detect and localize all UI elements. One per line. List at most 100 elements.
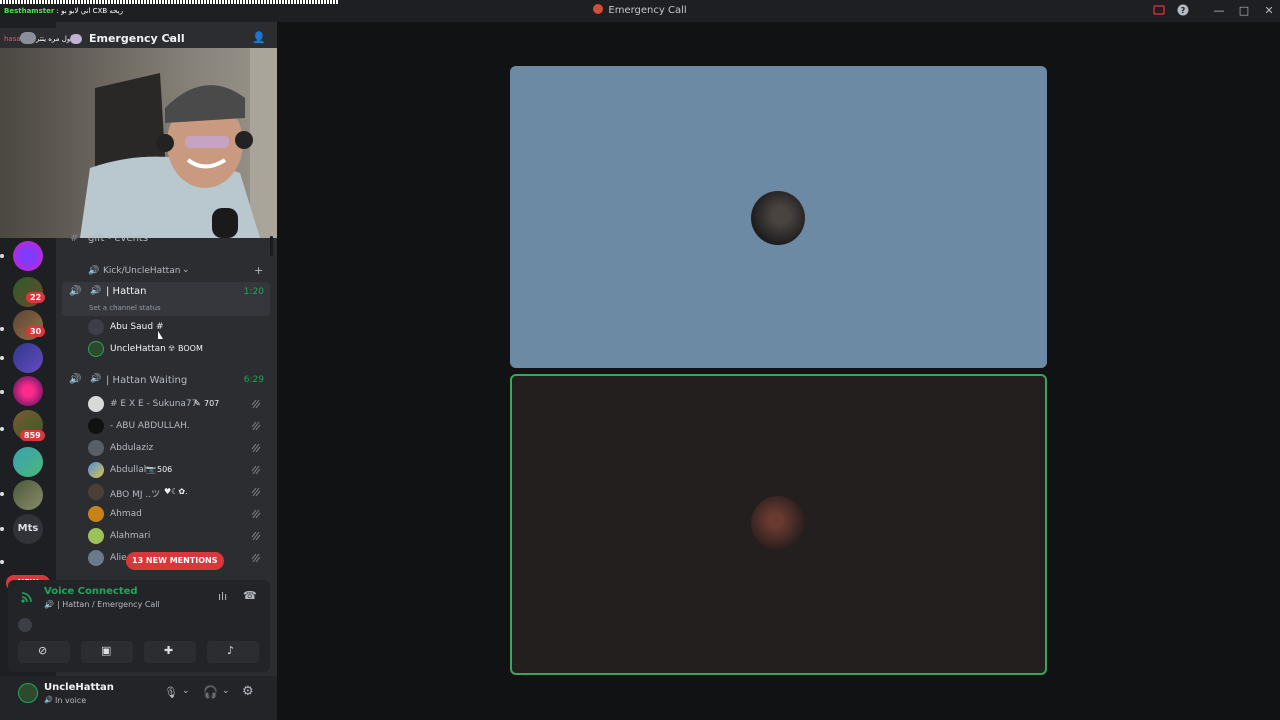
- headphones-icon[interactable]: 🎧: [203, 685, 218, 699]
- deafened-icon: [251, 443, 261, 453]
- deafened-icon: [251, 553, 261, 563]
- voice-location[interactable]: | Hattan / Emergency Call: [57, 600, 160, 609]
- chat-line-1: Besthamster : اني لابو بو CXB ريحه: [4, 7, 123, 15]
- live-voice-icon: 🔊: [69, 374, 82, 385]
- unread-pill: [0, 327, 4, 331]
- maximize-icon[interactable]: □: [1237, 4, 1251, 18]
- chevron-down-icon[interactable]: ⌄: [166, 31, 174, 42]
- voice-member[interactable]: Abu Saud #: [88, 318, 268, 336]
- member-name: # E X E - Sukuna77: [110, 399, 198, 409]
- activities-icon: ✚: [164, 644, 174, 657]
- unread-pill: [0, 560, 4, 564]
- voice-member[interactable]: # E X E - Sukuna77 ✎ 707: [88, 395, 268, 413]
- voice-member[interactable]: UncleHattan ☢ BOOM: [88, 340, 268, 358]
- avatar: [88, 396, 104, 412]
- hashtag-icon: #: [70, 233, 79, 244]
- participant-avatar: [751, 191, 805, 245]
- voice-channel-name: | Hattan: [106, 286, 147, 297]
- activities-button[interactable]: ✚: [144, 641, 196, 663]
- chevron-down-icon[interactable]: ⌄: [222, 686, 230, 696]
- chat-text-1: : اني لابو بو CXB ريحه: [56, 7, 123, 15]
- server-icon-4[interactable]: [13, 343, 43, 373]
- server-icon-5[interactable]: [13, 376, 43, 406]
- deafened-icon: [251, 487, 261, 497]
- scrollbar[interactable]: [270, 236, 273, 256]
- chat-text-2: اول مره يتتر: [36, 35, 73, 43]
- voice-channel-hattan-waiting[interactable]: 🔊 🔊 | Hattan Waiting 6:29: [62, 372, 270, 390]
- server-icon-8[interactable]: [13, 480, 43, 510]
- speaker-icon: 🔊: [90, 374, 102, 384]
- deafened-icon: [251, 465, 261, 475]
- settings-gear-icon[interactable]: ⚙: [242, 684, 254, 699]
- participant-tile-1[interactable]: [510, 66, 1047, 368]
- mouse-cursor: [158, 331, 163, 339]
- server-badge-3: 30: [26, 326, 46, 337]
- unread-pill: [0, 492, 4, 496]
- member-name: - ABU ABDULLAH.: [110, 421, 190, 431]
- noise-suppression-icon[interactable]: ılı: [218, 590, 227, 603]
- voice-member[interactable]: Alahmari: [88, 527, 268, 545]
- voice-member[interactable]: Abdullah 📷 506: [88, 461, 268, 479]
- camera-off-button[interactable]: ⊘: [18, 641, 70, 663]
- avatar[interactable]: [18, 683, 38, 703]
- screen-share-button[interactable]: ▣: [81, 641, 133, 663]
- server-badge-2: 22: [26, 292, 46, 303]
- voice-member[interactable]: Abdulaziz: [88, 439, 268, 457]
- soundboard-button[interactable]: ♪: [207, 641, 259, 663]
- server-header: hasa اول مره يتتر Emergency Call ⌄ 👤: [0, 28, 277, 48]
- avatar: [88, 319, 104, 335]
- avatar: [88, 506, 104, 522]
- camera-icon: 📷: [146, 465, 156, 474]
- avatar[interactable]: [18, 618, 32, 632]
- participant-tile-2-speaking[interactable]: [510, 374, 1047, 675]
- member-status: ♥☾✿.: [164, 487, 188, 496]
- overlay-ticker: [0, 0, 338, 4]
- help-icon[interactable]: ?: [1176, 4, 1190, 18]
- voice-member[interactable]: - ABU ABDULLAH.: [88, 417, 268, 435]
- soundboard-icon: ♪: [227, 644, 235, 657]
- member-name: Alie: [110, 553, 127, 563]
- unread-pill: [0, 427, 4, 431]
- avatar: [88, 440, 104, 456]
- disconnect-icon[interactable]: ☎: [243, 589, 257, 602]
- speaker-icon: 🔊: [44, 600, 54, 609]
- participant-avatar: [751, 496, 805, 550]
- window-title-text: Emergency Call: [608, 5, 687, 16]
- close-icon[interactable]: ✕: [1262, 4, 1276, 18]
- username[interactable]: UncleHattan: [44, 682, 114, 693]
- channel-status-placeholder[interactable]: Set a channel status: [89, 304, 161, 312]
- voice-connected-panel: Voice Connected 🔊 | Hattan / Emergency C…: [8, 580, 270, 672]
- voice-channel-hattan[interactable]: 🔊 🔊 | Hattan 1:20 Set a channel status: [62, 282, 270, 316]
- unread-pill: [0, 254, 4, 258]
- add-channel-icon[interactable]: +: [254, 264, 263, 277]
- server-icon-text[interactable]: Mts: [13, 514, 43, 544]
- server-icon-7[interactable]: [13, 447, 43, 477]
- member-name: Abu Saud #: [110, 322, 164, 332]
- user-status: In voice: [55, 696, 87, 705]
- voice-channel-timer: 1:20: [243, 287, 264, 297]
- server-icon: [593, 4, 604, 14]
- voice-channel-timer: 6:29: [243, 375, 264, 385]
- voice-member[interactable]: ABO MJ ..ツ ♥☾✿.: [88, 483, 268, 501]
- chevron-down-icon: ⌄: [182, 265, 190, 275]
- text-channel-label: gift - events: [88, 233, 149, 244]
- pin-icon: ✎: [194, 399, 201, 408]
- member-status: 707: [204, 399, 220, 408]
- minimize-icon[interactable]: —: [1212, 4, 1226, 18]
- member-name: UncleHattan: [110, 344, 166, 354]
- server-badge-6: 859: [20, 430, 45, 441]
- avatar: [88, 528, 104, 544]
- server-icon-1[interactable]: [13, 241, 43, 271]
- new-mentions-button[interactable]: 13 NEW MENTIONS: [126, 552, 224, 570]
- chevron-down-icon[interactable]: ⌄: [182, 686, 190, 696]
- signal-icon[interactable]: [20, 590, 34, 604]
- avatar: [88, 418, 104, 434]
- voice-status[interactable]: Voice Connected: [44, 586, 138, 597]
- voice-member[interactable]: Ahmad: [88, 505, 268, 523]
- inbox-icon[interactable]: [1152, 4, 1166, 18]
- avatar: [88, 484, 104, 500]
- member-name: ABO MJ ..ツ: [110, 490, 161, 500]
- microphone-icon[interactable]: 🎙: [164, 686, 178, 699]
- add-member-icon[interactable]: 👤: [252, 31, 266, 44]
- camera-off-icon: ⊘: [38, 644, 48, 657]
